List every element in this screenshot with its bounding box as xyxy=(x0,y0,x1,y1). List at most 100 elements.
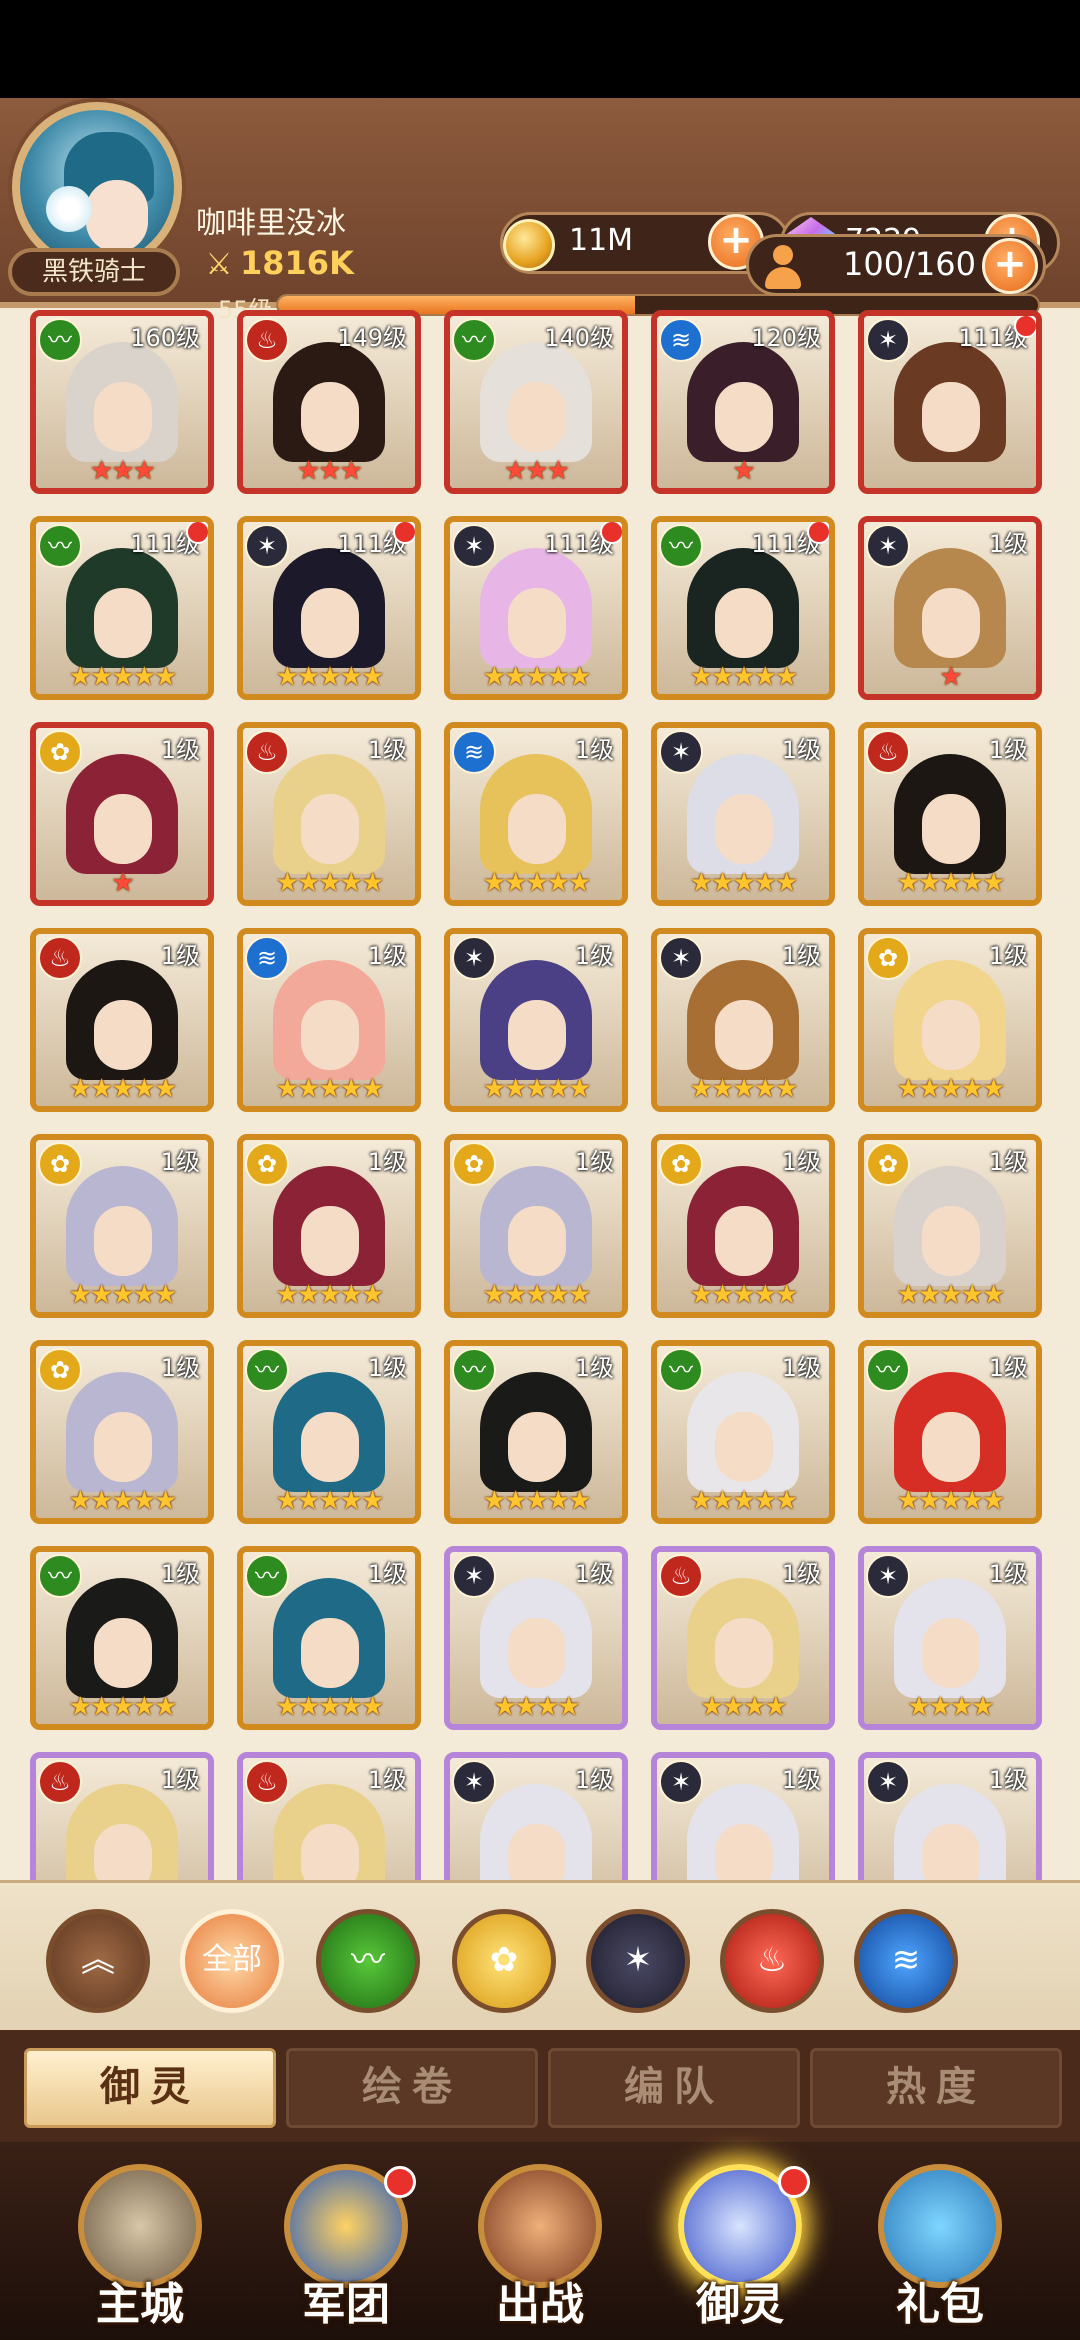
hero-level: 1级 xyxy=(988,736,1028,764)
hero-card[interactable]: ♨ 1级 ★★★★★ xyxy=(858,722,1042,906)
hero-card[interactable]: 〰 1级 ★★★★★ xyxy=(237,1340,421,1524)
hero-card[interactable]: ✶ 1级 xyxy=(858,1752,1042,1880)
filter-water-icon[interactable]: ≋ xyxy=(854,1909,958,2013)
faction-flame-icon: ♨ xyxy=(866,730,910,774)
hero-stars: ★★★ xyxy=(504,456,570,486)
rank-badge: 黑铁骑士 xyxy=(8,248,180,296)
hero-card[interactable]: ✶ 1级 xyxy=(651,1752,835,1880)
hero-stars: ★★★★★ xyxy=(68,1486,178,1516)
hero-card[interactable]: ✶ 1级 ★★★★★ xyxy=(444,928,628,1112)
hero-card[interactable]: 〰 1级 ★★★★★ xyxy=(237,1546,421,1730)
hero-level: 1级 xyxy=(781,1148,821,1176)
hero-stars: ★★★★★ xyxy=(482,1074,592,1104)
hero-card[interactable]: 〰 1级 ★★★★★ xyxy=(858,1340,1042,1524)
faction-shadow-icon: ✶ xyxy=(659,1760,703,1804)
hero-card[interactable]: ✶ 1级 xyxy=(444,1752,628,1880)
hero-level: 1级 xyxy=(367,1354,407,1382)
hero-card[interactable]: 〰 1级 ★★★★★ xyxy=(444,1340,628,1524)
hero-level: 1级 xyxy=(781,1766,821,1794)
hero-card[interactable]: ♨ 1级 ★★★★ xyxy=(651,1546,835,1730)
collapse-up-icon[interactable]: ︽ xyxy=(46,1909,150,2013)
hero-stars: ★★★★★ xyxy=(275,1486,385,1516)
nav-battle[interactable]: 出战 xyxy=(440,2142,640,2340)
hero-stars: ★★★★★ xyxy=(689,1486,799,1516)
hero-stars: ★ xyxy=(732,456,755,486)
hero-stars: ★★★★★ xyxy=(275,1280,385,1310)
expand-roster-button[interactable]: + xyxy=(982,238,1038,294)
hero-card[interactable]: ✿ 1级 ★ xyxy=(30,722,214,906)
tab-gallery[interactable]: 绘卷 xyxy=(286,2048,538,2128)
faction-shadow-icon: ✶ xyxy=(659,730,703,774)
hero-card[interactable]: ≋ 120级 ★ xyxy=(651,310,835,494)
filter-light-rose-icon[interactable]: ✿ xyxy=(452,1909,556,2013)
hero-card[interactable]: ✿ 1级 ★★★★★ xyxy=(651,1134,835,1318)
bottom-navigation: 主城 军团 出战 御灵 礼包 xyxy=(0,2142,1080,2340)
hero-card[interactable]: ♨ 149级 ★★★ xyxy=(237,310,421,494)
hero-stars: ★★★★★ xyxy=(482,662,592,692)
hero-level: 1级 xyxy=(988,530,1028,558)
hero-level: 1级 xyxy=(160,1148,200,1176)
hero-level: 1级 xyxy=(160,1354,200,1382)
nav-gift-pack[interactable]: 礼包 xyxy=(840,2142,1040,2340)
hero-card[interactable]: ✶ 111级 ★★★★★ xyxy=(237,516,421,700)
hero-card[interactable]: ♨ 1级 ★★★★★ xyxy=(30,928,214,1112)
gold-coin-icon xyxy=(503,219,555,271)
hero-level: 1级 xyxy=(574,1560,614,1588)
hero-card[interactable]: 〰 1级 ★★★★★ xyxy=(651,1340,835,1524)
filter-shadow-star-icon[interactable]: ✶ xyxy=(586,1909,690,2013)
hero-card[interactable]: 〰 1级 ★★★★★ xyxy=(30,1546,214,1730)
hero-card[interactable]: ✿ 1级 ★★★★★ xyxy=(30,1134,214,1318)
hero-card[interactable]: ✶ 111级 ★★★★★ xyxy=(444,516,628,700)
tab-spirits[interactable]: 御灵 xyxy=(24,2048,276,2128)
faction-water-icon: ≋ xyxy=(659,318,703,362)
hero-stars: ★★★★★ xyxy=(896,1280,1006,1310)
hero-card[interactable]: ✿ 1级 ★★★★★ xyxy=(444,1134,628,1318)
nav-battle-label: 出战 xyxy=(496,2279,584,2330)
hero-card[interactable]: 〰 111级 ★★★★★ xyxy=(30,516,214,700)
hero-card[interactable]: ✿ 1级 ★★★★★ xyxy=(30,1340,214,1524)
hero-card[interactable]: ♨ 1级 ★★★★★ xyxy=(237,722,421,906)
faction-flame-icon: ♨ xyxy=(38,936,82,980)
filter-all-button[interactable]: 全部 xyxy=(180,1909,284,2013)
legion-notification-dot xyxy=(384,2166,416,2198)
hero-level: 149级 xyxy=(337,324,407,352)
hero-card[interactable]: ✶ 1级 ★★★★ xyxy=(858,1546,1042,1730)
hero-card[interactable]: ✶ 1级 ★★★★ xyxy=(444,1546,628,1730)
hero-card[interactable]: ✶ 111级 xyxy=(858,310,1042,494)
player-name: 咖啡里没冰 xyxy=(196,206,346,241)
hero-card[interactable]: ✿ 1级 ★★★★★ xyxy=(858,928,1042,1112)
hero-level: 1级 xyxy=(367,736,407,764)
hero-level: 1级 xyxy=(160,942,200,970)
status-bar xyxy=(0,0,1080,98)
hero-card[interactable]: 〰 140级 ★★★ xyxy=(444,310,628,494)
nav-legion[interactable]: 军团 xyxy=(246,2142,446,2340)
filter-flame-icon[interactable]: ♨ xyxy=(720,1909,824,2013)
hero-card[interactable]: 〰 160级 ★★★ xyxy=(30,310,214,494)
faction-nature-icon: 〰 xyxy=(38,524,82,568)
hero-card[interactable]: ✶ 1级 ★★★★★ xyxy=(651,928,835,1112)
hero-card[interactable]: ♨ 1级 xyxy=(237,1752,421,1880)
hero-card[interactable]: ♨ 1级 xyxy=(30,1752,214,1880)
hero-card[interactable]: ✶ 1级 ★ xyxy=(858,516,1042,700)
hero-stars: ★★★★★ xyxy=(275,662,385,692)
hero-stars: ★★★★★ xyxy=(275,1074,385,1104)
player-avatar[interactable] xyxy=(12,102,182,272)
hero-card[interactable]: ≋ 1级 ★★★★★ xyxy=(237,928,421,1112)
tab-popularity[interactable]: 热度 xyxy=(810,2048,1062,2128)
nav-spirits[interactable]: 御灵 xyxy=(640,2142,840,2340)
combat-power: 1816K xyxy=(240,244,354,282)
hero-card[interactable]: ✿ 1级 ★★★★★ xyxy=(858,1134,1042,1318)
faction-nature-icon: 〰 xyxy=(659,524,703,568)
hero-card[interactable]: 〰 111级 ★★★★★ xyxy=(651,516,835,700)
hero-level: 1级 xyxy=(367,942,407,970)
hero-level: 1级 xyxy=(988,1560,1028,1588)
faction-light-icon: ✿ xyxy=(866,936,910,980)
tab-formation[interactable]: 编队 xyxy=(548,2048,800,2128)
hero-card[interactable]: ✶ 1级 ★★★★★ xyxy=(651,722,835,906)
nav-main-city[interactable]: 主城 xyxy=(40,2142,240,2340)
hero-card[interactable]: ≋ 1级 ★★★★★ xyxy=(444,722,628,906)
hero-card[interactable]: ✿ 1级 ★★★★★ xyxy=(237,1134,421,1318)
filter-nature-icon[interactable]: 〰 xyxy=(316,1909,420,2013)
person-icon xyxy=(759,243,807,291)
hero-grid: 〰 160级 ★★★ ♨ 149级 ★★★ 〰 140级 ★★★ ≋ 120级 ★ ✶ 111级〰 111级… xyxy=(0,308,1080,1880)
